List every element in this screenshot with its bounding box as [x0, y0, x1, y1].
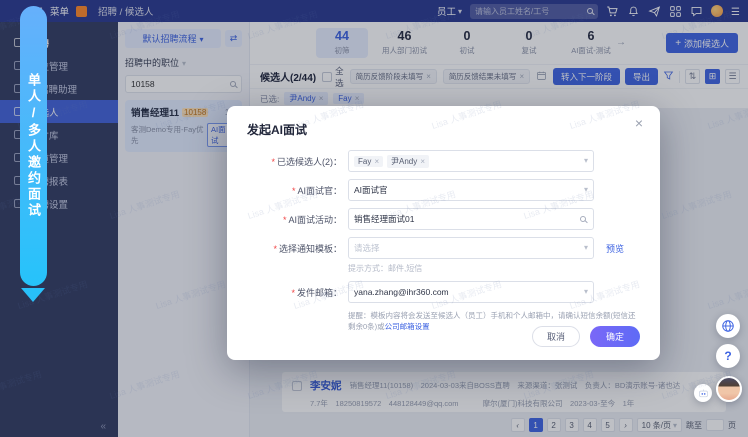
- help-button[interactable]: [716, 344, 740, 368]
- field-notify-template: 选择通知模板： 请选择 预览: [247, 237, 594, 259]
- ai-activity-value: 销售经理面试01: [354, 213, 414, 225]
- field-label: AI面试活动：: [247, 213, 342, 226]
- candidate-tag-fay[interactable]: Fay: [354, 156, 383, 167]
- field-label-text: AI面试官：: [297, 186, 342, 196]
- selected-candidates-select[interactable]: Fay 尹Andy: [348, 150, 594, 172]
- company-mail-settings-link[interactable]: 公司邮箱设置: [385, 322, 430, 331]
- field-label: 选择通知模板：: [247, 242, 342, 255]
- candidate-tag-label: 尹Andy: [391, 156, 417, 167]
- field-sender-email: 发件邮箱： yana.zhang@ihr360.com: [247, 281, 594, 303]
- field-label-text: 发件邮箱：: [297, 288, 342, 298]
- chevron-down-icon: [584, 155, 588, 165]
- ai-interviewer-value: AI面试官: [354, 184, 388, 196]
- close-icon[interactable]: [632, 116, 646, 130]
- field-label-text: 已选候选人(2)：: [277, 157, 342, 167]
- chevron-down-icon: [584, 286, 588, 296]
- sender-email-select[interactable]: yana.zhang@ihr360.com: [348, 281, 594, 303]
- modal-form: 已选候选人(2)： Fay 尹Andy AI面试官： AI面试官 AI面试活动：…: [227, 138, 660, 333]
- field-label: 已选候选人(2)：: [247, 155, 342, 168]
- cancel-button[interactable]: 取消: [532, 326, 580, 347]
- user-avatar[interactable]: [716, 376, 742, 402]
- tutorial-callout: 单人/多人邀约面试: [20, 6, 47, 286]
- candidate-tag-label: Fay: [358, 157, 371, 166]
- app-window: 菜单 招聘 / 候选人 员工 招聘 职位管理 AI招聘助理 候选人 人才库 渠道…: [0, 0, 748, 437]
- candidate-tag-yin-andy[interactable]: 尹Andy: [387, 155, 429, 168]
- notify-method-hint: 提示方式：邮件,短信: [348, 263, 594, 274]
- confirm-button[interactable]: 确定: [590, 326, 640, 347]
- notify-template-select[interactable]: 请选择: [348, 237, 594, 259]
- preview-link[interactable]: 预览: [606, 242, 624, 255]
- tutorial-callout-text: 单人/多人邀约面试: [24, 73, 43, 219]
- field-label: 发件邮箱：: [247, 286, 342, 299]
- chevron-down-icon: [584, 184, 588, 194]
- modal-footer: 取消 确定: [532, 326, 640, 347]
- field-label-text: AI面试活动：: [288, 215, 342, 225]
- field-selected-candidates: 已选候选人(2)： Fay 尹Andy: [247, 150, 594, 172]
- chevron-down-icon: [584, 242, 588, 252]
- field-label: AI面试官：: [247, 184, 342, 197]
- ai-activity-select[interactable]: 销售经理面试01: [348, 208, 594, 230]
- remove-tag-icon[interactable]: [420, 157, 425, 166]
- notify-template-placeholder: 请选择: [354, 242, 380, 254]
- field-ai-interviewer: AI面试官： AI面试官: [247, 179, 594, 201]
- ai-interview-modal: 发起AI面试 已选候选人(2)： Fay 尹Andy AI面试官： AI面试官: [227, 106, 660, 360]
- modal-title: 发起AI面试: [227, 106, 660, 138]
- ai-interviewer-select[interactable]: AI面试官: [348, 179, 594, 201]
- assistant-robot-button[interactable]: [694, 384, 712, 402]
- globe-button[interactable]: [716, 314, 740, 338]
- field-ai-activity: AI面试活动： 销售经理面试01: [247, 208, 594, 230]
- search-icon: [580, 216, 586, 222]
- field-label-text: 选择通知模板：: [279, 244, 342, 254]
- remove-tag-icon[interactable]: [374, 157, 379, 166]
- sender-email-value: yana.zhang@ihr360.com: [354, 287, 449, 297]
- callout-arrow-down-icon: [21, 288, 45, 302]
